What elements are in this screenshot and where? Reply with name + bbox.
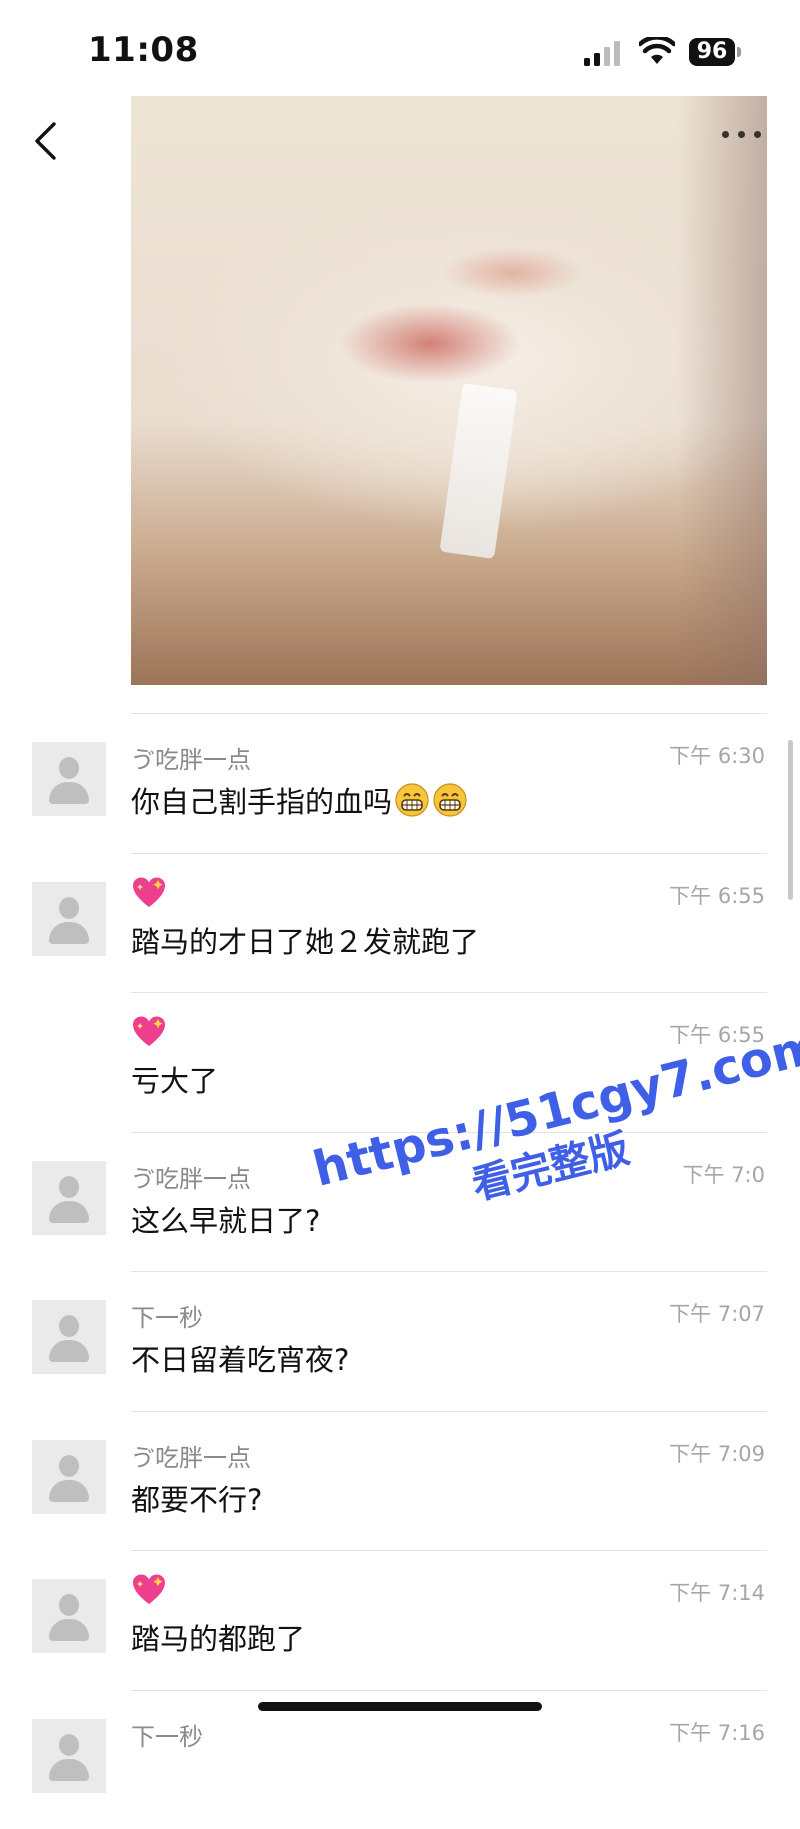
avatar[interactable] xyxy=(32,742,106,816)
status-time: 11:08 xyxy=(88,30,199,70)
comment-time: 下午 7:09 xyxy=(669,1442,765,1466)
comment-time: 下午 6:55 xyxy=(669,1023,765,1047)
wifi-icon xyxy=(639,37,675,64)
comment-text-content: 踏马的才日了她２发就跑了 xyxy=(131,925,480,959)
comment-text: 不日留着吃宵夜? xyxy=(131,1337,349,1379)
comment-row[interactable]: ゔ吃胖一点 下午 6:30 你自己割手指的血吗 xyxy=(0,713,800,852)
comment-time: 下午 6:30 xyxy=(669,744,765,768)
comment-row[interactable]: 下午 6:55 亏大了 xyxy=(0,992,800,1131)
battery-icon: 96 xyxy=(689,38,741,66)
comment-row[interactable]: 下午 6:55 踏马的才日了她２发就跑了 xyxy=(0,853,800,992)
comment-text: 都要不行? xyxy=(131,1477,262,1519)
comment-text-content: 这么早就日了? xyxy=(131,1204,321,1238)
avatar[interactable] xyxy=(32,882,106,956)
comment-text-content: 踏马的都跑了 xyxy=(131,1622,306,1656)
comment-row[interactable]: 下午 7:14 踏马的都跑了 xyxy=(0,1550,800,1689)
comment-time: 下午 7:07 xyxy=(669,1302,765,1326)
comment-text-content: 你自己割手指的血吗 xyxy=(131,785,393,819)
avatar[interactable] xyxy=(32,1579,106,1653)
comment-author[interactable]: ゔ吃胖一点 xyxy=(131,1438,251,1473)
comment-row[interactable]: ゔ吃胖一点 下午 7:0 这么早就日了? xyxy=(0,1132,800,1271)
comment-text-content: 不日留着吃宵夜? xyxy=(131,1343,350,1377)
comment-text: 踏马的才日了她２发就跑了 xyxy=(131,919,479,961)
comment-text: 你自己割手指的血吗 xyxy=(131,779,468,821)
cellular-signal-icon xyxy=(584,41,620,66)
sparkling-heart-icon[interactable] xyxy=(131,1014,167,1050)
battery-level: 96 xyxy=(689,38,735,66)
home-indicator[interactable] xyxy=(258,1702,542,1711)
grinning-face-icon xyxy=(432,782,468,818)
avatar[interactable] xyxy=(32,1440,106,1514)
comment-author[interactable]: ゔ吃胖一点 xyxy=(131,740,251,775)
comment-text: 踏马的都跑了 xyxy=(131,1616,305,1658)
sparkling-heart-icon[interactable] xyxy=(131,1572,167,1608)
scroll-indicator[interactable] xyxy=(788,740,793,900)
comment-text-content: 都要不行? xyxy=(131,1483,263,1517)
battery-tip xyxy=(737,47,741,57)
photo-shadow xyxy=(677,96,767,685)
status-bar: 11:08 96 xyxy=(0,0,800,96)
comment-time: 下午 7:16 xyxy=(669,1721,765,1745)
sparkling-heart-icon[interactable] xyxy=(131,875,167,911)
more-icon[interactable] xyxy=(718,122,766,146)
avatar[interactable] xyxy=(32,1300,106,1374)
avatar[interactable] xyxy=(32,1161,106,1235)
comment-author[interactable]: 下一秒 xyxy=(131,1717,203,1752)
comment-text: 亏大了 xyxy=(131,1058,218,1100)
avatar[interactable] xyxy=(32,1719,106,1793)
grinning-face-icon xyxy=(394,782,430,818)
photo-fold xyxy=(439,382,518,560)
comment-author[interactable]: 下一秒 xyxy=(131,1298,203,1333)
comment-text: 这么早就日了? xyxy=(131,1198,320,1240)
comment-row[interactable]: ゔ吃胖一点 下午 7:09 都要不行? xyxy=(0,1411,800,1550)
comment-time: 下午 7:14 xyxy=(669,1581,765,1605)
back-button[interactable] xyxy=(28,118,62,164)
post-photo[interactable] xyxy=(131,96,767,685)
comment-row[interactable]: 下一秒 下午 7:07 不日留着吃宵夜? xyxy=(0,1271,800,1410)
comment-time: 下午 6:55 xyxy=(669,884,765,908)
comment-time: 下午 7:0 xyxy=(682,1163,765,1187)
comment-text-content: 亏大了 xyxy=(131,1064,219,1098)
comment-author[interactable]: ゔ吃胖一点 xyxy=(131,1159,251,1194)
